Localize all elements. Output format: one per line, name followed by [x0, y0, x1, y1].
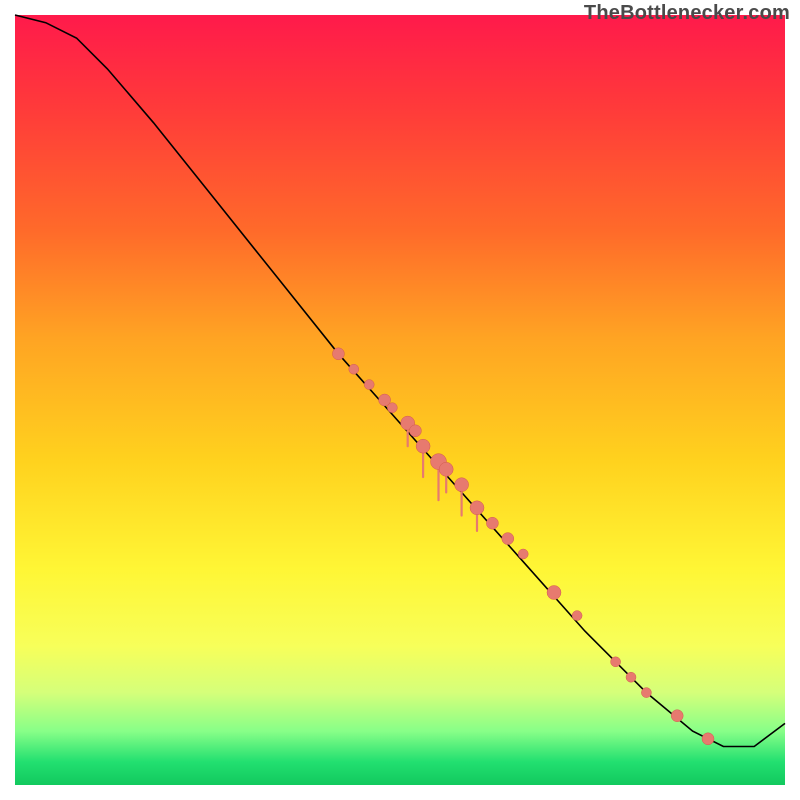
data-point: [518, 549, 528, 559]
data-point: [455, 478, 469, 492]
data-point: [416, 439, 430, 453]
chart-svg: [15, 15, 785, 785]
data-point: [671, 710, 683, 722]
data-points: [332, 348, 714, 745]
data-point: [332, 348, 344, 360]
attribution-label: TheBottlenecker.com: [584, 2, 790, 25]
data-point: [387, 403, 397, 413]
data-point: [364, 380, 374, 390]
data-point: [486, 517, 498, 529]
data-point: [572, 611, 582, 621]
bottleneck-curve: [15, 15, 785, 747]
data-point: [547, 586, 561, 600]
data-drips: [408, 423, 477, 531]
data-point: [611, 657, 621, 667]
data-point: [409, 425, 421, 437]
data-point: [349, 364, 359, 374]
chart-container: TheBottlenecker.com: [0, 0, 800, 800]
data-point: [702, 733, 714, 745]
data-point: [470, 501, 484, 515]
data-point: [641, 688, 651, 698]
data-point: [502, 533, 514, 545]
data-point: [439, 462, 453, 476]
data-point: [626, 672, 636, 682]
plot-area: [15, 15, 785, 785]
